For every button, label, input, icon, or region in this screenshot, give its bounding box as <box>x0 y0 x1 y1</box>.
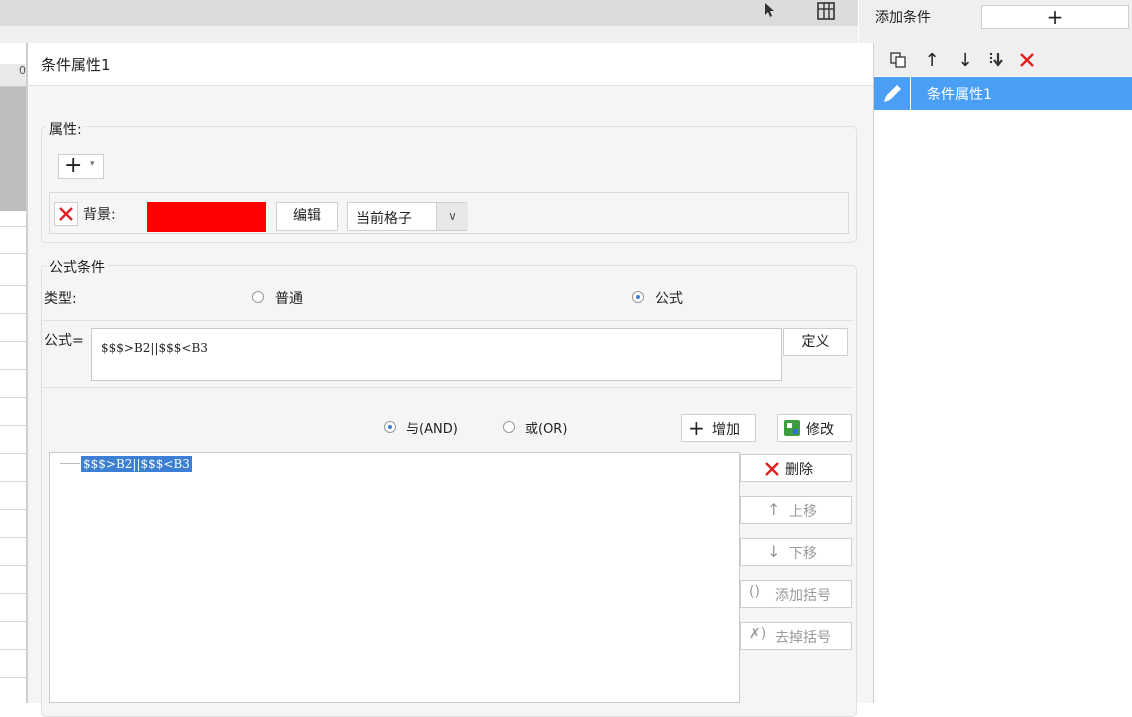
modify-button[interactable]: 修改 <box>777 414 852 442</box>
condition-list-item-label: 条件属性1 <box>927 87 992 103</box>
move-down-icon[interactable]: ↓ <box>954 49 976 71</box>
delete-x-icon <box>765 462 779 476</box>
add-attribute-button[interactable]: + ▾ <box>58 153 104 179</box>
top-toolbar <box>0 0 858 26</box>
background-color-swatch[interactable] <box>147 202 266 232</box>
condition-list-toolbar: ↑ ↓ <box>874 43 1132 76</box>
arrow-down-icon: ↓ <box>767 542 781 561</box>
background-label: 背景: <box>83 207 116 223</box>
chevron-down-icon[interactable]: ∨ <box>436 203 468 230</box>
formula-input-value: $$$>B2||$$$<B3 <box>101 341 208 355</box>
edit-background-button[interactable]: 编辑 <box>276 202 338 231</box>
dialog-title: 条件属性1 <box>41 56 111 74</box>
remove-attribute-button[interactable] <box>54 202 78 226</box>
move-up-button[interactable]: ↑ 上移 <box>740 496 852 524</box>
add-bracket-button[interactable]: () 添加括号 <box>740 580 852 608</box>
add-condition-bar: 添加条件 + <box>859 0 1132 43</box>
tree-branch-line <box>60 463 80 464</box>
dropdown-arrow-icon: ▾ <box>90 159 95 169</box>
edit-pencil-icon[interactable] <box>874 77 911 110</box>
type-option-normal: 普通 <box>275 291 303 307</box>
add-condition-button[interactable]: + <box>981 5 1129 29</box>
type-radio-normal[interactable] <box>252 291 264 303</box>
divider <box>42 320 854 321</box>
formula-label: 公式= <box>44 333 84 349</box>
cursor-select-icon[interactable] <box>760 0 780 20</box>
move-down-button[interactable]: ↓ 下移 <box>740 538 852 566</box>
type-option-formula: 公式 <box>655 291 683 307</box>
scope-select[interactable]: 当前格子 ∨ <box>347 202 468 231</box>
move-bottom-icon[interactable] <box>985 49 1007 71</box>
logic-option-or: 或(OR) <box>525 422 568 437</box>
delete-icon[interactable] <box>1016 49 1038 71</box>
formula-input[interactable]: $$$>B2||$$$<B3 <box>91 328 782 381</box>
condition-tree[interactable]: $$$>B2||$$$<B3 <box>49 452 740 703</box>
logic-radio-or[interactable] <box>503 421 515 433</box>
formula-condition-legend: 公式条件 <box>47 257 107 277</box>
add-condition-item-button[interactable]: + 增加 <box>681 414 756 442</box>
condition-list-item[interactable]: 条件属性1 <box>874 77 1132 110</box>
move-up-icon[interactable]: ↑ <box>921 49 943 71</box>
remove-bracket-button[interactable]: ✗) 去掉括号 <box>740 622 852 650</box>
sheet-column-header: 0 <box>0 64 26 87</box>
divider <box>42 387 854 388</box>
define-button[interactable]: 定义 <box>783 328 848 356</box>
add-condition-label: 添加条件 <box>875 10 931 26</box>
delete-condition-button[interactable]: 删除 <box>740 454 852 482</box>
arrow-up-icon: ↑ <box>767 500 781 519</box>
copy-icon[interactable] <box>887 49 909 71</box>
dialog-title-bar: 条件属性1 <box>28 43 873 86</box>
tree-item-selected[interactable]: $$$>B2||$$$<B3 <box>81 456 192 472</box>
condition-dialog: 条件属性1 属性: + ▾ 背景: 编辑 当前格子 ∨ 公式条件 类型: 普通 … <box>27 43 873 717</box>
remove-bracket-icon: ✗) <box>749 626 767 642</box>
type-radio-formula[interactable] <box>632 291 644 303</box>
scope-select-value: 当前格子 <box>356 211 412 227</box>
logic-radio-and[interactable] <box>384 421 396 433</box>
modify-icon <box>783 419 801 437</box>
grid-icon[interactable] <box>815 0 837 22</box>
plus-icon: + <box>688 416 705 440</box>
delete-x-icon <box>59 207 73 221</box>
condition-list-panel: ↑ ↓ 条件属性1 <box>873 43 1132 703</box>
attributes-legend: 属性: <box>47 119 84 139</box>
logic-option-and: 与(AND) <box>406 422 458 437</box>
top-toolbar-lower <box>0 26 858 43</box>
type-label: 类型: <box>44 291 77 307</box>
bracket-icon: () <box>749 584 760 600</box>
